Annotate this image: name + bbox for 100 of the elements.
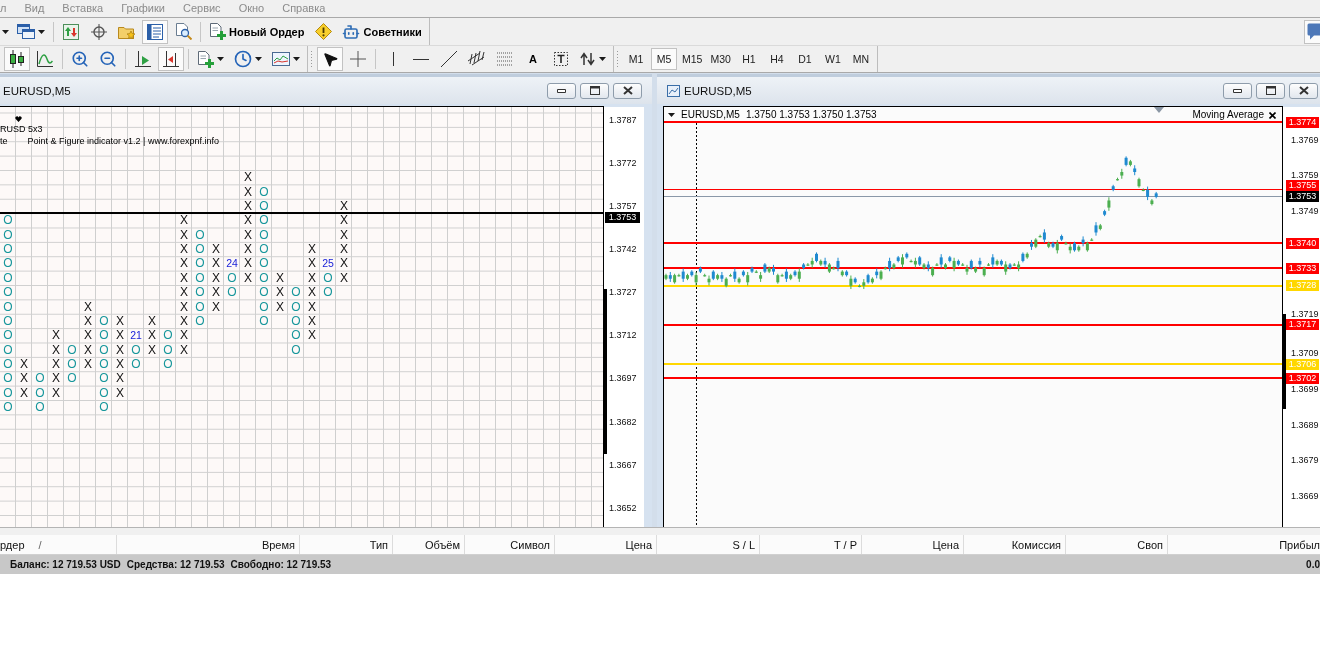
level-price-label: 1.3702 bbox=[1286, 372, 1319, 384]
price-tick-label: 1.3727 bbox=[609, 287, 637, 298]
caret-icon bbox=[599, 57, 606, 61]
x-mark: X bbox=[243, 270, 253, 285]
x-mark: X bbox=[307, 313, 317, 329]
o-mark: O bbox=[258, 213, 270, 228]
restore-button[interactable] bbox=[580, 82, 609, 99]
column-header[interactable]: Тип bbox=[369, 538, 388, 551]
up-down-arrows-icon bbox=[63, 23, 79, 40]
x-mark: X bbox=[179, 270, 189, 285]
o-mark: O bbox=[2, 270, 14, 285]
caret-icon bbox=[2, 29, 9, 34]
x-mark: X bbox=[115, 342, 125, 357]
o-mark: O bbox=[258, 241, 270, 257]
o-mark: O bbox=[258, 227, 270, 242]
toolbar-button[interactable]: Советники bbox=[338, 19, 426, 44]
o-mark: O bbox=[2, 299, 14, 314]
o-mark: O bbox=[194, 227, 206, 242]
x-mark: X bbox=[179, 256, 189, 271]
chart-symbol: EURUSD,M5 bbox=[681, 109, 740, 121]
toolbar-button[interactable] bbox=[4, 47, 30, 71]
level-price-label: 1.3755 bbox=[1286, 180, 1319, 192]
column-header[interactable]: Цена bbox=[625, 538, 652, 551]
toolbar-button[interactable] bbox=[142, 19, 168, 44]
timeframe-button[interactable]: M15 bbox=[679, 48, 706, 70]
x-mark: X bbox=[179, 328, 189, 343]
timeframe-button[interactable]: M30 bbox=[707, 48, 734, 70]
o-mark: O bbox=[258, 184, 270, 199]
minimize-button[interactable] bbox=[547, 82, 576, 99]
x-mark: X bbox=[19, 371, 29, 386]
column-header[interactable]: Прибыл bbox=[1279, 538, 1320, 551]
restore-button[interactable] bbox=[1256, 82, 1285, 99]
template-icon bbox=[272, 52, 290, 66]
drag-handle[interactable] bbox=[310, 50, 313, 68]
o-mark: O bbox=[258, 256, 270, 271]
level-price-label: 1.3706 bbox=[1286, 358, 1319, 370]
timeframe-button[interactable]: D1 bbox=[791, 48, 818, 70]
x-mark: X bbox=[115, 328, 125, 343]
o-mark: O bbox=[98, 313, 110, 329]
document-plus-icon bbox=[209, 23, 226, 40]
price-tick-label: 1.3719 bbox=[1291, 308, 1319, 319]
close-button[interactable] bbox=[1289, 82, 1318, 99]
x-mark: X bbox=[275, 285, 285, 300]
column-header[interactable]: Символ bbox=[510, 538, 550, 551]
o-mark: O bbox=[290, 299, 302, 314]
box-count-label: 21 bbox=[129, 328, 143, 343]
o-mark: O bbox=[194, 285, 206, 300]
timeframe-button[interactable]: H4 bbox=[763, 48, 790, 70]
o-mark: O bbox=[194, 256, 206, 271]
text-label-icon bbox=[554, 52, 568, 66]
sort-indicator: / bbox=[38, 538, 42, 551]
price-tick-label: 1.3689 bbox=[1291, 419, 1319, 430]
o-mark: O bbox=[162, 356, 174, 372]
x-mark: X bbox=[83, 313, 93, 329]
triangle-icon bbox=[1154, 107, 1164, 113]
indicator-name: Moving Average bbox=[1192, 109, 1264, 121]
price-tick-label: 1.3769 bbox=[1291, 135, 1319, 145]
column-header[interactable]: Цена bbox=[932, 538, 959, 551]
o-mark: O bbox=[34, 385, 46, 400]
timeframe-button[interactable]: W1 bbox=[819, 48, 846, 70]
o-mark: O bbox=[194, 299, 206, 314]
timeframe-button[interactable]: M1 bbox=[623, 48, 649, 70]
x-mark: X bbox=[339, 227, 349, 242]
x-mark: X bbox=[51, 328, 61, 343]
toolbar-button[interactable]: Новый Ордер bbox=[205, 19, 309, 44]
account-summary: Баланс: 12 719.53 USD bbox=[10, 559, 121, 570]
x-mark: X bbox=[51, 385, 61, 400]
o-mark: O bbox=[2, 342, 14, 357]
o-mark: O bbox=[226, 285, 238, 300]
x-mark: X bbox=[83, 356, 93, 372]
toolbar-button[interactable] bbox=[317, 47, 343, 71]
column-header[interactable]: рдер bbox=[0, 538, 25, 551]
timeframe-button[interactable]: MN bbox=[847, 48, 874, 70]
toolbar-button[interactable]: A bbox=[520, 47, 546, 71]
timeframe-button[interactable]: M5 bbox=[651, 48, 677, 70]
toolbar-button[interactable] bbox=[158, 47, 184, 71]
chart-shift-icon bbox=[135, 51, 151, 67]
timeframe-button[interactable]: H1 bbox=[735, 48, 762, 70]
column-header[interactable]: Объём bbox=[424, 538, 460, 551]
o-mark: O bbox=[98, 385, 110, 400]
o-mark: O bbox=[258, 270, 270, 285]
auto-scroll-icon bbox=[163, 51, 179, 67]
o-mark: O bbox=[226, 270, 238, 285]
price-tick-label: 1.3749 bbox=[1291, 206, 1319, 217]
o-mark: O bbox=[2, 400, 14, 415]
column-header[interactable]: Время bbox=[261, 538, 295, 551]
drag-handle[interactable] bbox=[616, 50, 619, 68]
price-tick-label: 1.3759 bbox=[1291, 169, 1319, 180]
o-mark: O bbox=[130, 356, 142, 372]
x-mark: X bbox=[339, 198, 349, 214]
close-button[interactable] bbox=[613, 82, 642, 99]
close-icon bbox=[1298, 86, 1309, 95]
zoom-in-icon bbox=[71, 50, 89, 68]
minimize-button[interactable] bbox=[1223, 82, 1252, 99]
column-header[interactable]: Комиссия bbox=[1011, 538, 1061, 551]
column-header[interactable]: T / P bbox=[833, 538, 857, 551]
column-header[interactable]: S / L bbox=[732, 538, 755, 551]
x-mark: X bbox=[243, 198, 253, 214]
column-header[interactable]: Своп bbox=[1137, 538, 1163, 551]
x-mark: X bbox=[147, 342, 157, 357]
